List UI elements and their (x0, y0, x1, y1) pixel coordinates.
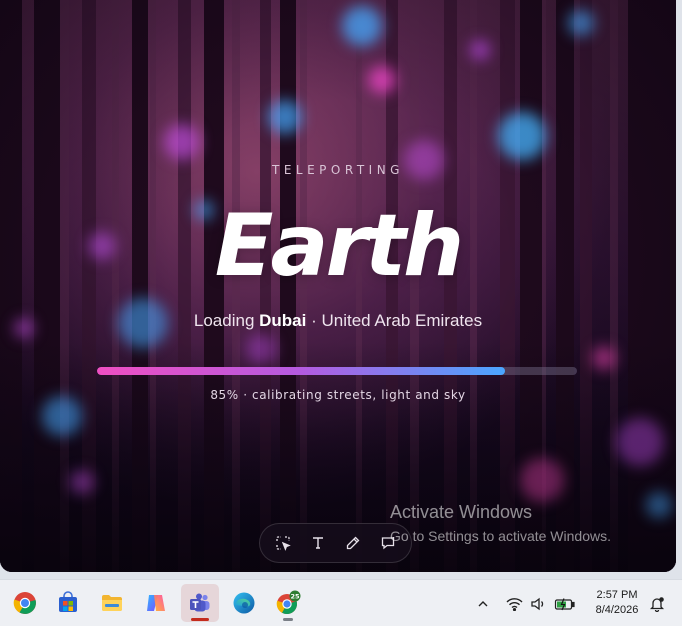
taskbar-app-chrome[interactable] (6, 584, 44, 622)
hero-title: Earth (214, 196, 465, 296)
chrome-icon (13, 592, 36, 614)
bokeh-orb (42, 396, 82, 436)
bokeh-orb (520, 458, 564, 502)
loading-prefix: Loading (193, 311, 260, 330)
bokeh-orb (164, 124, 200, 160)
taskbar: 25 2:57 PM 8/4/2026 (0, 579, 682, 626)
loader-eyebrow: TELEPORTING (272, 163, 404, 177)
active-app-indicator (191, 618, 209, 621)
pen-tool-icon (346, 536, 360, 550)
pen-tool-button[interactable] (339, 529, 367, 557)
teams-icon (190, 593, 210, 612)
progress-caption: 85% · calibrating streets, light and sky (210, 388, 466, 402)
show-hidden-icons-button[interactable] (472, 580, 494, 626)
chrome-badge-icon: 25 (276, 590, 301, 615)
store-icon (59, 591, 77, 612)
activate-windows-watermark: Activate Windows Go to Settings to activ… (390, 502, 611, 544)
notifications-button[interactable] (646, 580, 668, 626)
taskbar-app-chrome-profile[interactable]: 25 (269, 584, 307, 622)
bokeh-orb (568, 10, 594, 36)
taskbar-app-store[interactable] (49, 584, 87, 622)
text-tool-button[interactable] (304, 529, 332, 557)
selection-tool-icon (276, 536, 292, 551)
taskbar-app-teams[interactable] (181, 584, 219, 622)
selection-tool-button[interactable] (269, 529, 297, 557)
loading-destination: Loading Dubai · United Arab Emirates (0, 311, 676, 331)
bokeh-orb (616, 418, 664, 466)
wifi-icon (506, 597, 523, 611)
watermark-subtitle: Go to Settings to activate Windows. (390, 528, 611, 544)
network-volume-battery-button[interactable] (502, 580, 580, 626)
bokeh-orb (268, 100, 302, 134)
chevron-up-icon (478, 600, 488, 606)
clock-date: 8/4/2026 (595, 604, 639, 616)
taskbar-app-file-explorer[interactable] (93, 584, 131, 622)
bokeh-orb (592, 346, 616, 370)
progress-bar (97, 367, 577, 375)
running-app-indicator (283, 618, 293, 621)
battery-charging-icon (555, 597, 575, 610)
bokeh-orb (470, 40, 490, 60)
bokeh-orb (498, 112, 546, 160)
copilot-icon (147, 595, 165, 611)
desktop: TELEPORTING Earth Loading Dubai · United… (0, 0, 682, 626)
bokeh-orb (342, 6, 382, 46)
taskbar-app-edge[interactable] (225, 584, 263, 622)
text-tool-icon (313, 537, 324, 549)
destination-country: · United Arab Emirates (306, 311, 483, 330)
edge-icon (233, 592, 255, 614)
destination-city: Dubai (259, 311, 307, 330)
folder-icon (102, 595, 122, 611)
taskbar-app-copilot[interactable] (137, 584, 175, 622)
volume-icon (531, 597, 544, 610)
bokeh-orb (646, 492, 672, 518)
notification-bell-icon (649, 596, 665, 612)
bokeh-orb (70, 470, 94, 494)
bokeh-orb (246, 334, 276, 364)
progress-bar-fill (97, 367, 505, 375)
chrome-profile-badge: 25 (290, 592, 300, 600)
teleport-loading-window: TELEPORTING Earth Loading Dubai · United… (0, 0, 676, 572)
clock[interactable]: 2:57 PM 8/4/2026 (586, 588, 648, 618)
bokeh-orb (368, 66, 396, 94)
clock-time: 2:57 PM (596, 589, 638, 601)
watermark-title: Activate Windows (390, 502, 533, 522)
